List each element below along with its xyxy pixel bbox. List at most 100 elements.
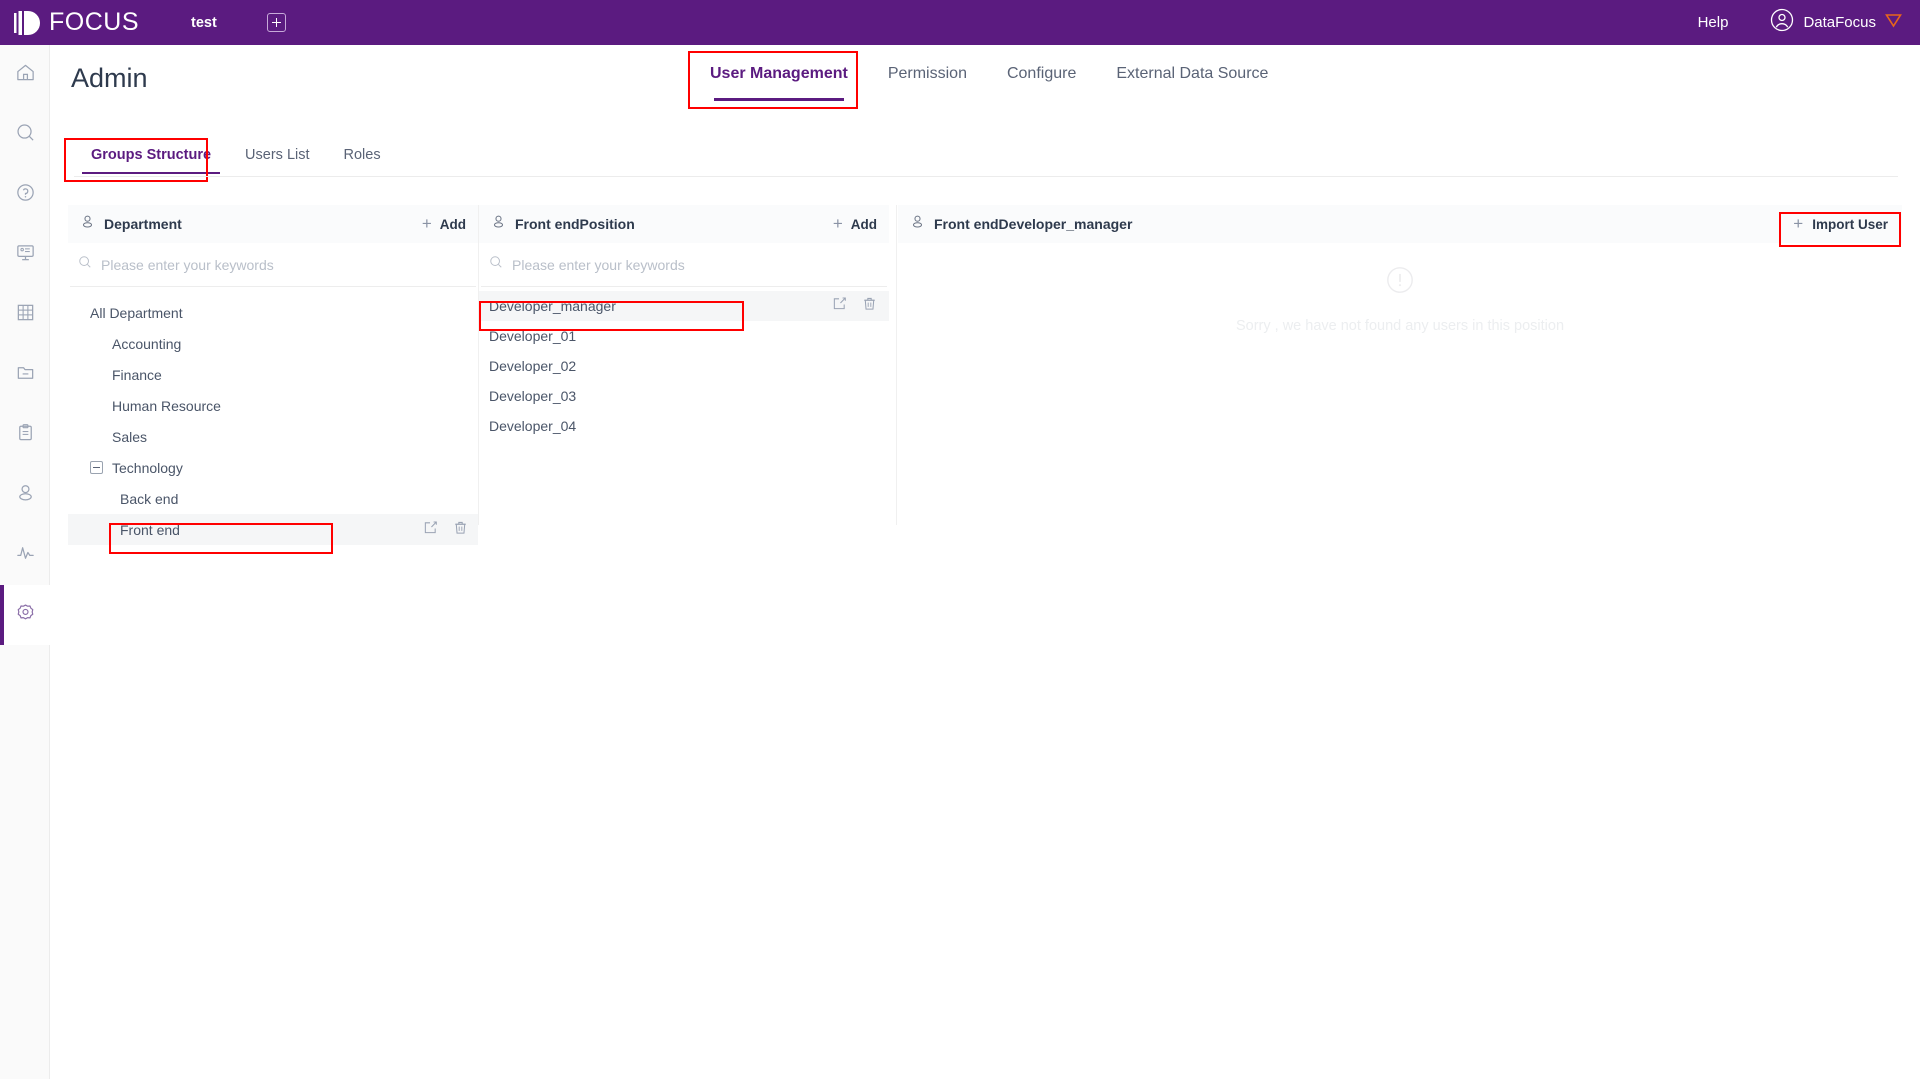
edit-square-icon[interactable] [832,296,847,316]
plus-square-icon[interactable] [266,13,286,32]
position-search-row[interactable] [481,243,887,287]
sidebar-item-table[interactable] [0,285,50,345]
tree-item-finance[interactable]: Finance [68,359,478,390]
list-item-developer-01[interactable]: Developer_01 [479,321,889,351]
import-user-label: Import User [1812,216,1888,232]
folder-icon [15,362,36,388]
tree-item-label: All Department [90,304,183,321]
user-panel-header: Front endDeveloper_manager + Import User [898,205,1902,243]
position-panel-title: Front endPosition [515,216,635,232]
main-nav-tabs: User Management Permission Configure Ext… [690,57,1288,101]
tab-users-list-label: Users List [245,147,310,163]
sidebar-item-monitor[interactable] [0,525,50,585]
sidebar-item-admin[interactable] [0,585,50,645]
add-position-label: Add [850,216,877,232]
list-item-developer-manager[interactable]: Developer_manager [479,291,889,321]
empty-state-text: Sorry , we have not found any users in t… [1235,318,1565,334]
tab-permission[interactable]: Permission [868,57,987,91]
tab-roles-label: Roles [343,147,381,163]
shield-caret-icon [1885,13,1902,33]
list-item-developer-03[interactable]: Developer_03 [479,381,889,411]
list-item-label: Developer_04 [489,418,577,434]
edit-square-icon[interactable] [423,520,438,540]
sidebar-item-folder[interactable] [0,345,50,405]
sub-nav-tabs: Groups Structure Users List Roles [74,140,398,174]
person-outline-icon [491,214,506,234]
user-panel-title: Front endDeveloper_manager [934,216,1133,232]
tab-external-data-source-label: External Data Source [1116,65,1269,82]
list-item-developer-04[interactable]: Developer_04 [479,411,889,441]
clipboard-icon [15,422,36,448]
tree-item-label: Finance [112,366,162,383]
gear-icon [15,602,36,628]
tree-item-sales[interactable]: Sales [68,421,478,452]
position-search-input[interactable] [512,256,842,273]
sidebar-item-users[interactable] [0,465,50,525]
position-list: Developer_manager Developer_01 Developer… [479,287,889,441]
trash-icon[interactable] [453,520,468,540]
sidebar-item-dashboard[interactable] [0,225,50,285]
position-panel: Front endPosition + Add Developer_manage… [479,205,889,441]
header-right-group: Help DataFocus [1698,8,1902,37]
home-icon [15,62,36,88]
pulse-icon [15,542,36,568]
tab-external-data-source[interactable]: External Data Source [1096,57,1288,91]
add-position-button[interactable]: + Add [833,214,877,234]
tree-item-label: Technology [112,459,183,476]
tree-item-human-resource[interactable]: Human Resource [68,390,478,421]
list-item-label: Developer_01 [489,328,577,344]
panel-divider-2 [896,205,897,525]
add-department-button[interactable]: + Add [422,214,466,234]
tree-item-label: Front end [120,521,180,538]
plus-icon: + [832,214,843,233]
user-icon [15,482,36,508]
question-icon [15,182,36,208]
sidebar-item-help[interactable] [0,165,50,225]
left-nav-rail [0,45,50,1079]
tree-item-front-end[interactable]: Front end [68,514,478,545]
plus-icon: + [1793,214,1804,233]
person-outline-icon [80,214,95,234]
page-title: Admin [71,63,148,93]
sidebar-item-clipboard[interactable] [0,405,50,465]
active-subtab-underline [82,171,221,174]
department-panel: Department + Add All Department Accounti… [68,205,478,545]
tree-item-accounting[interactable]: Accounting [68,328,478,359]
tab-groups-structure[interactable]: Groups Structure [74,140,228,174]
exclamation-circle-icon [1385,265,1415,300]
import-user-button[interactable]: + Import User [1785,211,1896,237]
search-icon [15,122,36,148]
workspace-tab-test[interactable]: test [191,15,217,31]
presentation-icon [15,242,36,268]
tree-item-back-end[interactable]: Back end [68,483,478,514]
user-panel: Front endDeveloper_manager + Import User… [898,205,1902,334]
tree-item-technology[interactable]: Technology [68,452,478,483]
list-row-actions [832,296,877,316]
tab-users-list[interactable]: Users List [228,140,326,170]
logo-text: FOCUS [49,8,139,36]
tab-configure[interactable]: Configure [987,57,1096,91]
tree-item-label: Back end [120,490,179,507]
sidebar-item-search[interactable] [0,105,50,165]
tab-roles[interactable]: Roles [327,140,398,170]
tab-user-management[interactable]: User Management [690,57,868,101]
list-item-label: Developer_03 [489,388,577,404]
subnav-divider [74,176,1898,177]
department-search-row[interactable] [70,243,476,287]
search-icon [489,255,503,274]
person-outline-icon [910,214,925,234]
top-header-bar: FOCUS test Help DataFocus [0,0,1920,45]
tab-permission-label: Permission [887,65,967,82]
user-menu[interactable]: DataFocus [1770,8,1902,37]
tree-item-label: Human Resource [112,397,221,414]
sidebar-item-home[interactable] [0,45,50,105]
tree-item-all-department[interactable]: All Department [68,297,478,328]
empty-state: Sorry , we have not found any users in t… [898,265,1902,334]
department-search-input[interactable] [101,256,431,273]
department-panel-title: Department [104,216,182,232]
trash-icon[interactable] [862,296,877,316]
collapse-toggle-icon[interactable] [90,461,103,474]
app-logo[interactable]: FOCUS [14,8,139,37]
help-link[interactable]: Help [1698,14,1729,31]
list-item-developer-02[interactable]: Developer_02 [479,351,889,381]
